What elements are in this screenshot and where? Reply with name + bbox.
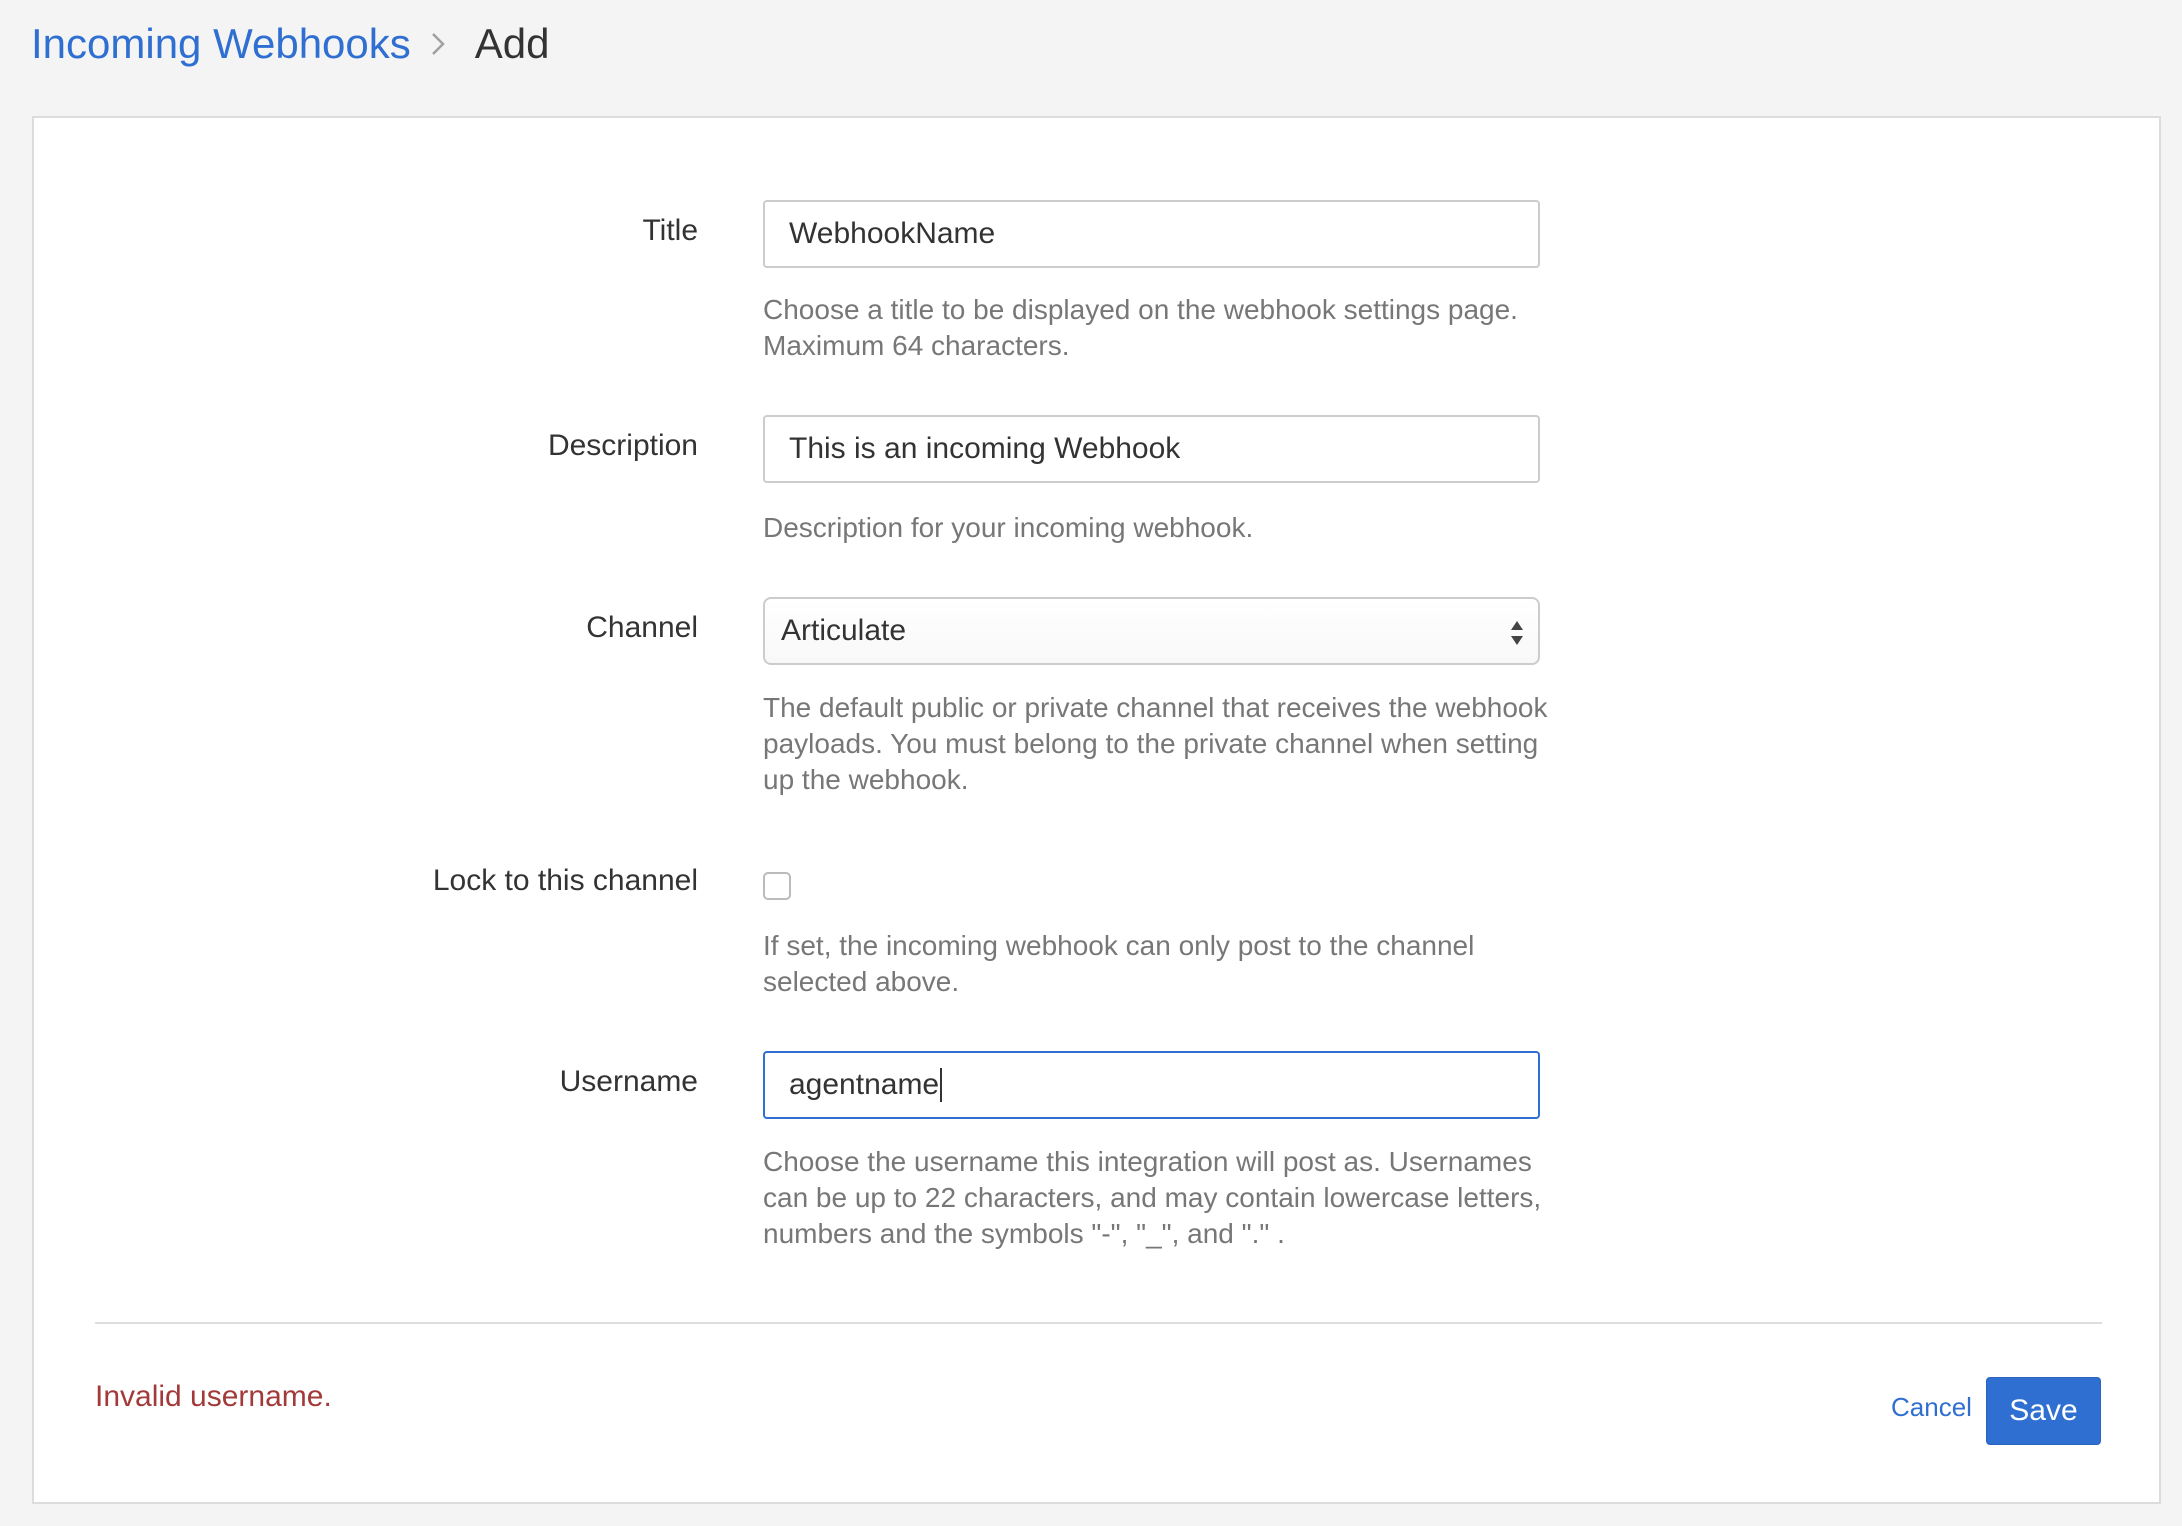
select-arrows-icon: [1510, 618, 1524, 648]
channel-select-value: Articulate: [781, 614, 907, 647]
form-divider: [95, 1322, 2102, 1324]
title-input[interactable]: [763, 200, 1540, 268]
lock-channel-label: Lock to this channel: [432, 864, 698, 897]
breadcrumb-current: Add: [474, 20, 550, 67]
username-label: Username: [559, 1065, 698, 1098]
lock-channel-checkbox[interactable]: [763, 872, 791, 900]
username-input[interactable]: agentname: [763, 1051, 1540, 1119]
description-label: Description: [547, 429, 698, 462]
save-button[interactable]: Save: [1986, 1377, 2101, 1445]
description-input[interactable]: [763, 415, 1540, 483]
description-help-text: Description for your incoming webhook.: [763, 512, 1254, 543]
username-help-text: Choose the username this integration wil…: [763, 1146, 1542, 1249]
text-caret: [940, 1068, 943, 1102]
breadcrumb-incoming-webhooks-link[interactable]: Incoming Webhooks: [31, 20, 411, 68]
error-message: Invalid username.: [95, 1380, 332, 1413]
channel-select[interactable]: Articulate: [763, 597, 1540, 665]
title-help-text: Choose a title to be displayed on the we…: [763, 294, 1518, 361]
breadcrumb: Incoming Webhooks Add: [31, 14, 550, 74]
lock-channel-help-text: If set, the incoming webhook can only po…: [763, 930, 1475, 997]
channel-label: Channel: [586, 611, 698, 644]
channel-help-text: The default public or private channel th…: [763, 692, 1548, 795]
chevron-right-icon: [431, 24, 453, 64]
title-label: Title: [642, 214, 698, 247]
webhook-form-panel: Title Choose a title to be displayed on …: [32, 116, 2161, 1504]
cancel-button[interactable]: Cancel: [1891, 1392, 1972, 1423]
username-input-value: agentname: [789, 1068, 940, 1101]
